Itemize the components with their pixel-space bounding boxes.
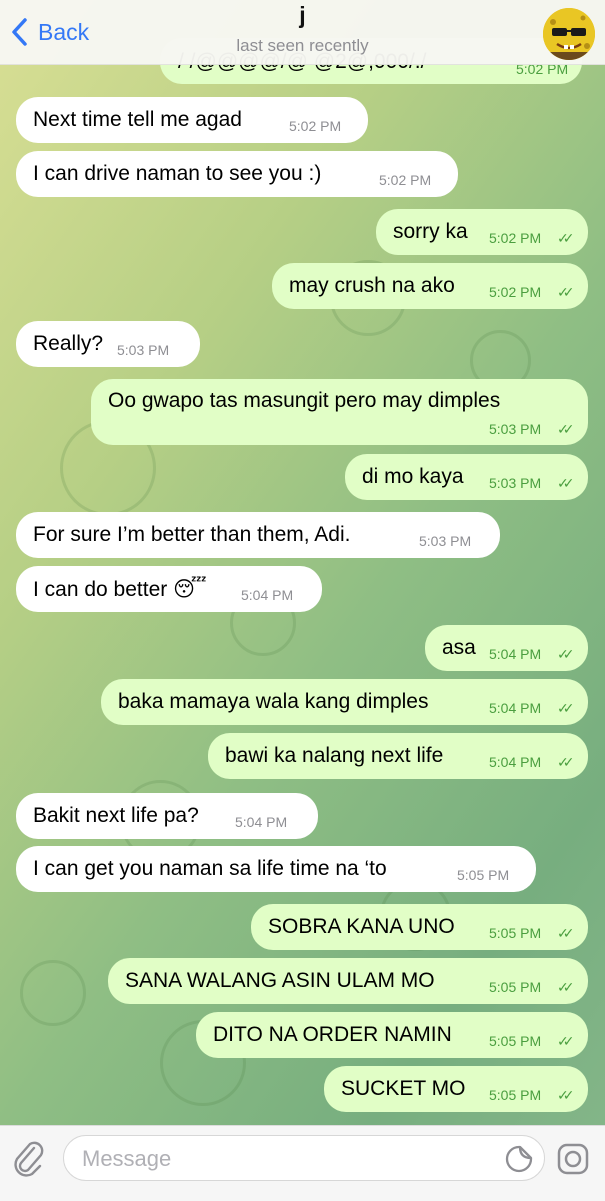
message-field[interactable]	[63, 1135, 545, 1181]
message-time: 5:02 PM	[489, 230, 542, 246]
message-time: 5:02 PM	[379, 172, 432, 188]
double-check-icon: ✓✓	[557, 754, 575, 770]
message-incoming[interactable]: Bakit next life pa? 5:04 PM	[16, 793, 318, 839]
chat-background: / /@@@@/@ @2@,000/./ 5:02 PM ✓✓ Next tim…	[0, 0, 605, 1200]
message-time: 5:05 PM	[489, 1087, 542, 1103]
message-time: 5:05 PM	[489, 979, 542, 995]
message-time: 5:03 PM	[117, 342, 170, 358]
double-check-icon: ✓✓	[557, 979, 575, 995]
message-incoming[interactable]: Next time tell me agad 5:02 PM	[16, 97, 368, 143]
chat-header: Back j last seen recently	[0, 0, 605, 65]
paperclip-icon[interactable]	[10, 1138, 46, 1178]
double-check-icon: ✓✓	[557, 475, 575, 491]
message-input[interactable]	[80, 1144, 484, 1174]
message-incoming[interactable]: I can do better 😴 5:04 PM	[16, 566, 322, 612]
double-check-icon: ✓✓	[557, 1033, 575, 1049]
message-outgoing[interactable]: sorry ka 5:02 PM ✓✓	[376, 209, 588, 255]
message-time: 5:04 PM	[489, 754, 542, 770]
message-outgoing[interactable]: di mo kaya 5:03 PM ✓✓	[345, 454, 588, 500]
message-outgoing[interactable]: SANA WALANG ASIN ULAM MO 5:05 PM ✓✓	[108, 958, 588, 1004]
message-time: 5:02 PM	[289, 118, 342, 134]
message-outgoing[interactable]: baka mamaya wala kang dimples 5:04 PM ✓✓	[101, 679, 588, 725]
message-text: I can get you naman sa life time na ‘to	[33, 857, 387, 880]
double-check-icon: ✓✓	[557, 646, 575, 662]
double-check-icon: ✓✓	[557, 1087, 575, 1103]
message-text: For sure I’m better than them, Adi.	[33, 523, 351, 546]
message-time: 5:03 PM	[489, 475, 542, 491]
message-time: 5:04 PM	[241, 587, 294, 603]
message-text: di mo kaya	[362, 465, 464, 488]
camera-icon[interactable]	[556, 1142, 590, 1176]
message-text: may crush na ako	[289, 274, 455, 297]
message-text: SOBRA KANA UNO	[268, 915, 455, 938]
sticker-icon[interactable]	[504, 1144, 534, 1174]
double-check-icon: ✓✓	[557, 925, 575, 941]
message-text: Bakit next life pa?	[33, 804, 199, 827]
message-outgoing[interactable]: SUCKET MO 5:05 PM ✓✓	[324, 1066, 588, 1112]
message-text: I can do better 😴	[33, 578, 207, 601]
message-outgoing[interactable]: may crush na ako 5:02 PM ✓✓	[272, 263, 588, 309]
message-outgoing[interactable]: SOBRA KANA UNO 5:05 PM ✓✓	[251, 904, 588, 950]
message-text: baka mamaya wala kang dimples	[118, 690, 429, 713]
message-time: 5:04 PM	[235, 814, 288, 830]
message-text: SUCKET MO	[341, 1077, 466, 1100]
message-text: Really?	[33, 332, 104, 355]
message-composer	[0, 1125, 605, 1201]
message-text: I can drive naman to see you :)	[33, 162, 322, 185]
message-text: Oo gwapo tas masungit pero may dimples	[108, 389, 501, 412]
message-text: SANA WALANG ASIN ULAM MO	[125, 969, 435, 992]
message-time: 5:05 PM	[457, 867, 510, 883]
message-time: 5:03 PM	[419, 533, 472, 549]
message-time: 5:04 PM	[489, 700, 542, 716]
message-text: sorry ka	[393, 220, 468, 243]
message-time: 5:03 PM	[489, 421, 542, 437]
message-incoming[interactable]: For sure I’m better than them, Adi. 5:03…	[16, 512, 500, 558]
message-time: 5:02 PM	[489, 284, 542, 300]
message-outgoing[interactable]: DITO NA ORDER NAMIN 5:05 PM ✓✓	[196, 1012, 588, 1058]
double-check-icon: ✓✓	[557, 230, 575, 246]
message-text: asa	[442, 636, 476, 659]
message-outgoing[interactable]: Oo gwapo tas masungit pero may dimples 5…	[91, 379, 588, 445]
contact-name[interactable]: j	[0, 2, 605, 29]
message-incoming[interactable]: I can get you naman sa life time na ‘to …	[16, 846, 536, 892]
message-outgoing[interactable]: asa 5:04 PM ✓✓	[425, 625, 588, 671]
message-time: 5:05 PM	[489, 925, 542, 941]
message-text: bawi ka nalang next life	[225, 744, 444, 767]
message-text: Next time tell me agad	[33, 108, 242, 131]
message-outgoing[interactable]: bawi ka nalang next life 5:04 PM ✓✓	[208, 733, 588, 779]
double-check-icon: ✓✓	[557, 700, 575, 716]
message-incoming[interactable]: I can drive naman to see you :) 5:02 PM	[16, 151, 458, 197]
avatar[interactable]	[543, 8, 595, 60]
message-incoming[interactable]: Really? 5:03 PM	[16, 321, 200, 367]
double-check-icon: ✓✓	[557, 284, 575, 300]
last-seen-status: last seen recently	[236, 36, 369, 55]
message-time: 5:04 PM	[489, 646, 542, 662]
message-text: DITO NA ORDER NAMIN	[213, 1023, 452, 1046]
double-check-icon: ✓✓	[557, 421, 575, 437]
message-time: 5:05 PM	[489, 1033, 542, 1049]
